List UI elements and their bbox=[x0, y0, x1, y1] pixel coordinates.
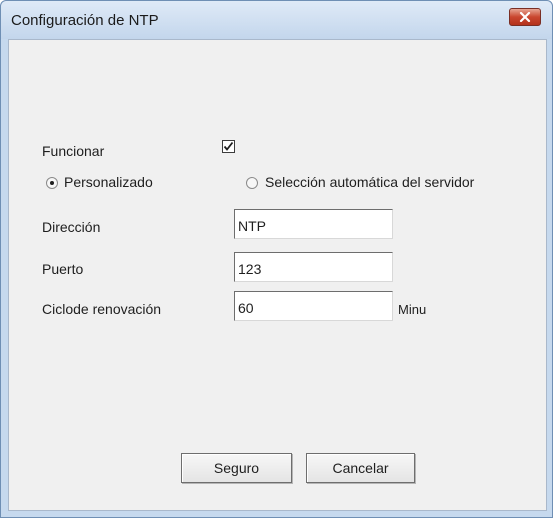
renewal-label: Ciclode renovación bbox=[42, 301, 162, 317]
port-input[interactable] bbox=[234, 252, 393, 282]
renewal-input[interactable] bbox=[234, 291, 393, 321]
renewal-unit-label: Minu bbox=[398, 302, 427, 317]
radio-custom[interactable] bbox=[46, 177, 58, 189]
ok-button[interactable]: Seguro bbox=[181, 453, 292, 483]
enable-label: Funcionar bbox=[42, 143, 105, 159]
cancel-button[interactable]: Cancelar bbox=[306, 453, 415, 483]
address-input[interactable] bbox=[234, 209, 393, 239]
enable-checkbox[interactable] bbox=[222, 140, 235, 153]
dialog-window: Configuración de NTP Funcionar Personali… bbox=[0, 0, 553, 518]
checkmark-icon bbox=[223, 141, 234, 151]
close-icon bbox=[519, 12, 531, 22]
radio-auto-server-label[interactable]: Selección automática del servidor bbox=[265, 174, 474, 190]
radio-auto-server[interactable] bbox=[246, 177, 258, 189]
close-button[interactable] bbox=[509, 8, 541, 26]
title-bar[interactable]: Configuración de NTP bbox=[1, 1, 552, 39]
window-title: Configuración de NTP bbox=[11, 12, 159, 29]
radio-custom-label[interactable]: Personalizado bbox=[64, 174, 153, 190]
port-label: Puerto bbox=[42, 261, 84, 277]
radio-selected-dot bbox=[50, 181, 54, 185]
dialog-client-area: Funcionar Personalizado Selección automá… bbox=[8, 39, 547, 511]
address-label: Dirección bbox=[42, 219, 101, 235]
